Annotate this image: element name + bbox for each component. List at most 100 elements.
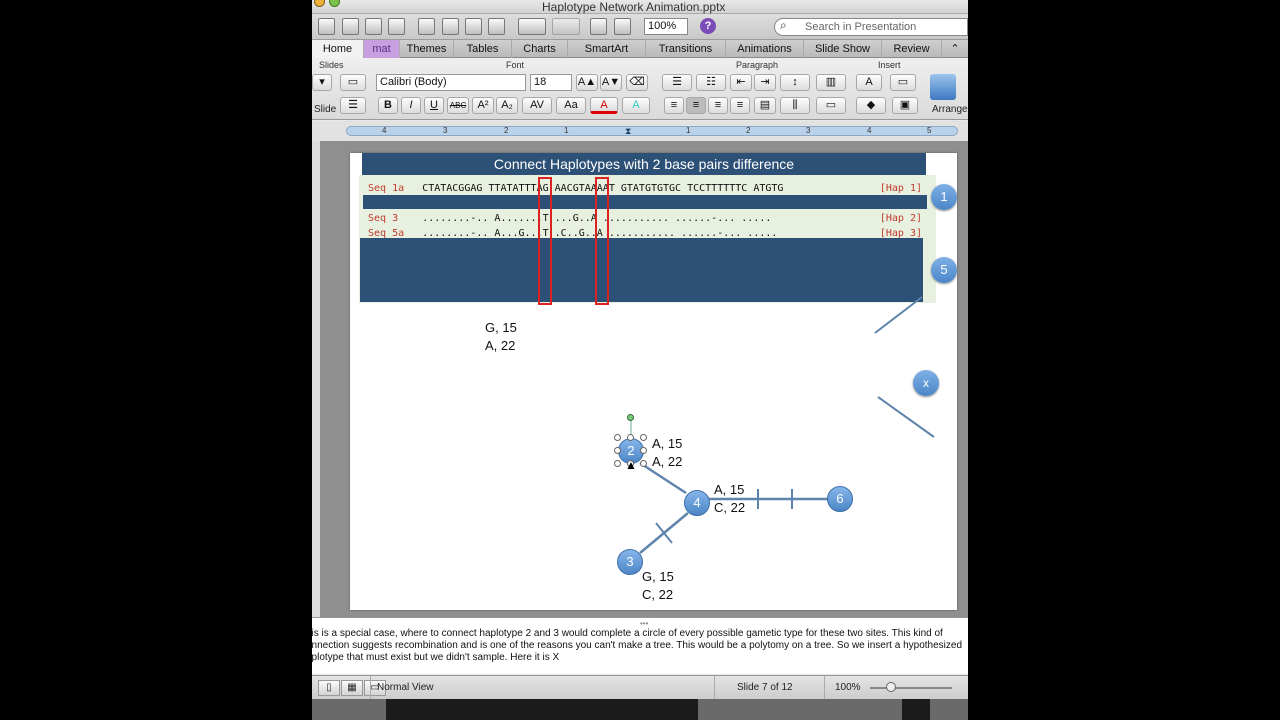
save-icon[interactable]	[365, 18, 382, 35]
layout-button[interactable]: ▾	[312, 74, 332, 91]
zoom-slider[interactable]	[870, 687, 952, 689]
subscript-button[interactable]: A₂	[496, 97, 518, 114]
font-size-select[interactable]: 18	[530, 74, 572, 91]
align-text-button[interactable]: ▭	[816, 97, 846, 114]
resize-handle[interactable]	[627, 434, 634, 441]
slide-sorter-button[interactable]: ▦	[341, 680, 363, 696]
increase-indent-button[interactable]: ⇥	[754, 74, 776, 91]
strikethrough-button[interactable]: ABC	[447, 97, 469, 114]
distribute-button[interactable]: ▤	[754, 97, 776, 114]
tab-slide-show[interactable]: Slide Show	[804, 40, 882, 58]
haplotype-node-6[interactable]: 6	[827, 486, 853, 512]
media-browser-icon[interactable]	[614, 18, 631, 35]
normal-view-button[interactable]: ▯	[318, 680, 340, 696]
shrink-font-button[interactable]: A▼	[600, 74, 622, 91]
minimize-icon[interactable]	[314, 0, 325, 7]
tab-review[interactable]: Review	[882, 40, 942, 58]
font-name-select[interactable]: Calibri (Body)	[376, 74, 526, 91]
tab-smartart[interactable]: SmartArt	[568, 40, 646, 58]
text-direction-button[interactable]: ⫼	[780, 97, 810, 114]
arrange-label[interactable]: Arrange	[932, 104, 968, 115]
align-left-button[interactable]: ≡	[664, 97, 684, 114]
slide[interactable]: Connect Haplotypes with 2 base pairs dif…	[350, 153, 957, 610]
tab-tables[interactable]: Tables	[454, 40, 512, 58]
grow-font-button[interactable]: A▲	[576, 74, 598, 91]
line-spacing-button[interactable]: ↕	[780, 74, 810, 91]
shape-button[interactable]: ◆	[856, 97, 886, 114]
ruler-tick: 3	[443, 126, 448, 135]
tab-themes[interactable]: Themes	[400, 40, 454, 58]
resize-handle[interactable]	[640, 434, 647, 441]
toolbox-icon[interactable]	[590, 18, 607, 35]
haplotype-node-3[interactable]: 3	[617, 549, 643, 575]
resize-handle[interactable]	[614, 460, 621, 467]
dock-segment	[386, 699, 698, 720]
tab-charts[interactable]: Charts	[512, 40, 568, 58]
mouse-cursor-icon: ▲	[625, 458, 637, 472]
format-painter-icon[interactable]	[488, 18, 505, 35]
section-button[interactable]: ☰	[340, 97, 366, 114]
group-label-slides: Slides	[319, 60, 344, 70]
resize-handle[interactable]	[640, 460, 647, 467]
dock-segment	[902, 699, 930, 720]
change-case-button[interactable]: Aa	[556, 97, 586, 114]
text-effects-button[interactable]: A	[622, 97, 650, 114]
zoom-window-icon[interactable]	[329, 0, 340, 7]
tab-format[interactable]: mat	[364, 40, 400, 58]
tab-transitions[interactable]: Transitions	[646, 40, 726, 58]
resize-handle[interactable]	[614, 434, 621, 441]
ruler-tick: 4	[382, 126, 387, 135]
zoom-slider-knob[interactable]	[886, 682, 896, 692]
justify-button[interactable]: ≡	[730, 97, 750, 114]
network-lines	[630, 296, 935, 554]
columns-button[interactable]: ▥	[816, 74, 846, 91]
cut-icon[interactable]	[418, 18, 435, 35]
picture-insert-button[interactable]: ▣	[892, 97, 918, 114]
ruler-tick: 4	[867, 126, 872, 135]
new-slide-label[interactable]: Slide	[314, 104, 336, 115]
italic-button[interactable]: I	[401, 97, 421, 114]
document-title: Haplotype Network Animation.pptx	[542, 0, 726, 14]
picture-button[interactable]: ▭	[890, 74, 916, 91]
copy-icon[interactable]	[442, 18, 459, 35]
bold-button[interactable]: B	[378, 97, 398, 114]
rotate-handle[interactable]	[627, 414, 634, 421]
standard-toolbar: 100% ? Search in Presentation ⌕	[312, 14, 968, 40]
redo-icon[interactable]	[552, 18, 580, 35]
underline-button[interactable]: U	[424, 97, 444, 114]
title-bar: Haplotype Network Animation.pptx	[312, 0, 968, 14]
align-center-button[interactable]: ≡	[686, 97, 706, 114]
bullets-button[interactable]: ☰	[662, 74, 692, 91]
character-spacing-button[interactable]: AV	[522, 97, 552, 114]
clear-format-button[interactable]: ⌫	[626, 74, 648, 91]
text-box-button[interactable]: A	[856, 74, 882, 91]
notes-text[interactable]: his is a special case, where to connect …	[312, 628, 968, 664]
help-icon[interactable]: ?	[700, 18, 716, 34]
indent-marker-icon[interactable]: ⧗	[625, 126, 631, 137]
arrange-icon[interactable]	[930, 74, 956, 100]
resize-handle[interactable]	[640, 447, 647, 454]
paste-icon[interactable]	[465, 18, 482, 35]
notes-pane[interactable]: ••• his is a special case, where to conn…	[312, 617, 968, 674]
search-icon[interactable]: ⌕	[780, 18, 787, 33]
new-icon[interactable]	[342, 18, 359, 35]
numbering-button[interactable]: ☷	[696, 74, 726, 91]
splitter-handle-icon[interactable]: •••	[640, 619, 648, 628]
tab-home[interactable]: Home	[312, 40, 364, 58]
decrease-indent-button[interactable]: ⇤	[730, 74, 752, 91]
tab-animations[interactable]: Animations	[726, 40, 804, 58]
ribbon-collapse-icon[interactable]: ⌃	[942, 40, 968, 58]
undo-icon[interactable]	[518, 18, 546, 35]
ruler-tick: 2	[504, 126, 509, 135]
haplotype-node-4[interactable]: 4	[684, 490, 710, 516]
superscript-button[interactable]: A²	[472, 97, 494, 114]
group-label-insert: Insert	[878, 60, 901, 70]
resize-handle[interactable]	[614, 447, 621, 454]
align-right-button[interactable]: ≡	[708, 97, 728, 114]
search-input[interactable]: Search in Presentation	[774, 18, 968, 36]
print-icon[interactable]	[388, 18, 405, 35]
font-color-button[interactable]: A	[590, 97, 618, 114]
zoom-select[interactable]: 100%	[644, 18, 688, 35]
reset-button[interactable]: ▭	[340, 74, 366, 91]
gallery-icon[interactable]	[318, 18, 335, 35]
